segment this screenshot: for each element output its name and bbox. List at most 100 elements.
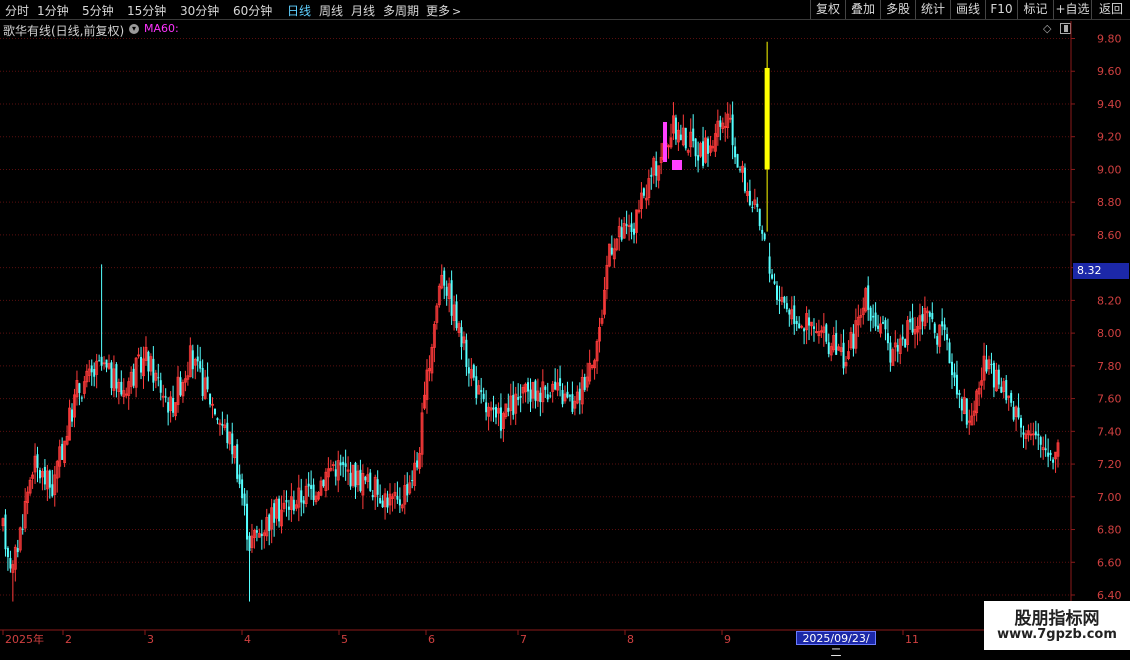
candle-body <box>764 67 770 170</box>
watermark-title: 股朋指标网 <box>1014 609 1100 629</box>
candle-body <box>300 490 303 503</box>
candle-body <box>226 422 229 443</box>
candle-body <box>164 396 167 398</box>
candle-body <box>157 377 160 379</box>
candle-body <box>936 336 939 345</box>
candle-body <box>633 228 636 235</box>
candle-body <box>958 392 961 396</box>
candle-body <box>48 470 51 488</box>
candle-body <box>115 364 118 389</box>
candle-body <box>78 383 81 393</box>
y-tick-label: 7.40 <box>1097 425 1122 438</box>
candle-body <box>842 342 845 369</box>
candle-body <box>812 326 815 329</box>
candle-body <box>684 127 687 149</box>
candle-body <box>697 155 700 161</box>
candle-body <box>901 336 904 340</box>
candle-body <box>743 167 746 192</box>
candle-body <box>236 444 239 479</box>
y-tick-label: 8.20 <box>1097 294 1122 307</box>
candle-body <box>943 324 946 330</box>
candle-body <box>763 233 766 240</box>
signal-marker <box>663 122 667 162</box>
x-tick-label: 2 <box>65 633 72 646</box>
candle-body <box>339 462 342 466</box>
candle-body <box>788 309 791 315</box>
x-tick-label: 5 <box>341 633 348 646</box>
candle-body <box>472 364 475 378</box>
candle-body <box>1044 448 1047 451</box>
candle-body <box>1020 418 1023 428</box>
y-tick-label: 9.60 <box>1097 65 1122 78</box>
candle-body <box>1037 433 1040 436</box>
candle-body <box>527 382 530 392</box>
candle-body <box>953 372 956 378</box>
candle-body <box>886 333 889 344</box>
x-tick-label: 6 <box>428 633 435 646</box>
current-price-tag: 8.32 <box>1073 263 1129 279</box>
candle-body <box>512 394 515 415</box>
y-tick-label: 7.20 <box>1097 458 1122 471</box>
y-tick-label: 9.40 <box>1097 98 1122 111</box>
candle-body <box>869 307 872 321</box>
candle-body <box>825 324 828 342</box>
candle-body <box>758 208 761 227</box>
candle-body <box>344 463 347 467</box>
candles <box>1 41 1060 602</box>
candle-body <box>231 433 234 455</box>
candle-body <box>706 138 709 154</box>
candle-body <box>167 402 170 413</box>
candle-body <box>1034 431 1037 436</box>
candle-body <box>702 141 705 166</box>
candle-body <box>568 395 571 397</box>
candle-body <box>396 495 399 500</box>
candle-body <box>519 395 522 398</box>
candle-body <box>785 303 788 310</box>
candle-body <box>334 469 337 477</box>
candle-body <box>539 392 542 403</box>
x-tick-label: 8 <box>627 633 634 646</box>
candle-body <box>955 374 958 395</box>
candle-body <box>948 342 951 364</box>
candlestick-chart[interactable]: 9.809.609.409.209.008.808.608.408.208.00… <box>0 0 1130 650</box>
candle-body <box>147 351 150 372</box>
candle-body <box>965 398 968 425</box>
candle-body <box>71 409 74 422</box>
candle-body <box>775 285 778 300</box>
candle-body <box>273 503 276 523</box>
candle-body <box>38 470 41 479</box>
candle-body <box>51 484 54 497</box>
candle-body <box>517 397 520 400</box>
candle-body <box>795 320 798 324</box>
candle-body <box>243 493 246 506</box>
candle-body <box>990 363 993 365</box>
candle-body <box>105 359 108 368</box>
candle-body <box>793 305 796 325</box>
candle-body <box>583 377 586 390</box>
candle-body <box>739 169 742 171</box>
candle-body <box>674 117 677 140</box>
candle-body <box>98 360 101 362</box>
candle-body <box>904 339 907 348</box>
candle-body <box>1049 452 1052 455</box>
candle-body <box>285 499 288 503</box>
candle-body <box>719 120 722 127</box>
candle-body <box>216 418 219 421</box>
candle-body <box>1047 452 1050 457</box>
y-tick-label: 7.80 <box>1097 360 1122 373</box>
x-tick-label: 7 <box>520 633 527 646</box>
candle-body <box>928 312 931 317</box>
candle-body <box>960 398 963 411</box>
candle-body <box>768 256 771 274</box>
candle-body <box>679 134 682 140</box>
candle-body <box>997 369 1000 385</box>
candle-body <box>369 472 372 491</box>
candle-body <box>1017 407 1020 418</box>
candle-body <box>827 342 830 354</box>
candle-body <box>179 377 182 396</box>
watermark-logo: 股朋指标网 www.7gpzb.com <box>984 601 1130 650</box>
candle-body <box>734 146 737 158</box>
candle-body <box>467 367 470 374</box>
candle-body <box>342 461 345 466</box>
candle-body <box>911 317 914 333</box>
